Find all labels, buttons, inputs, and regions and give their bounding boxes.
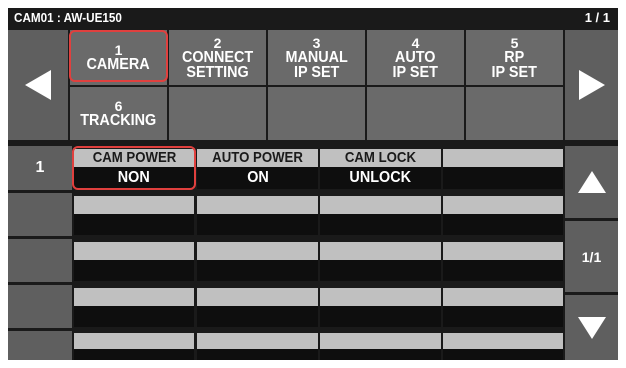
empty-label: [197, 196, 318, 214]
main-panel: CAM01 : AW-UE150 1 / 1 1 CAMERA 2 CONNEC…: [8, 8, 618, 360]
tab-label: CAMERA: [86, 56, 151, 73]
empty-value: [320, 349, 441, 360]
empty-value: [74, 349, 194, 360]
empty-label: [320, 196, 441, 214]
empty-value: [197, 306, 318, 327]
empty-label: [74, 333, 194, 349]
tab-number: 4: [411, 34, 420, 51]
tab-number: 1: [114, 42, 123, 58]
empty-value: [443, 260, 563, 281]
empty-label: [197, 333, 318, 349]
scroll-page-label: 1/1: [581, 248, 602, 265]
empty-label: [320, 288, 441, 306]
empty-value: [443, 214, 563, 235]
page-indicator-button: 1/1: [565, 221, 618, 292]
empty-value: [320, 306, 441, 327]
tab-number: 2: [213, 34, 222, 51]
tab-auto-ip-set[interactable]: 4 AUTO IP SET: [367, 30, 464, 85]
empty-label: [443, 333, 563, 349]
tab-label: RP IP SET: [491, 48, 538, 81]
empty-value: [443, 167, 563, 189]
tab-number: 6: [114, 98, 123, 114]
tab-tracking[interactable]: 6 TRACKING: [70, 87, 167, 140]
empty-value: [443, 306, 563, 327]
empty-value: [74, 214, 194, 235]
camera-control-screen: CAM01 : AW-UE150 1 / 1 1 CAMERA 2 CONNEC…: [0, 0, 626, 368]
scroll-down-button[interactable]: [565, 295, 618, 360]
scroll-up-button[interactable]: [565, 146, 618, 218]
empty-label: [320, 242, 441, 260]
row-number: [8, 285, 72, 328]
empty-value: [197, 260, 318, 281]
empty-label: [443, 149, 563, 167]
empty-value: [443, 349, 563, 360]
tab-empty: [367, 87, 464, 140]
tab-label: TRACKING: [80, 112, 157, 129]
empty-label: [443, 196, 563, 214]
tab-label: CONNECT SETTING: [181, 48, 254, 81]
row-number: [8, 193, 72, 236]
triangle-left-icon: [25, 70, 51, 100]
tab-label: AUTO IP SET: [392, 48, 439, 81]
row-number: 1: [8, 146, 72, 190]
cam-power-label: CAM POWER: [74, 149, 194, 167]
tab-manual-ip-set[interactable]: 3 MANUAL IP SET: [268, 30, 365, 85]
camera-title: CAM01 : AW-UE150: [14, 10, 122, 25]
empty-value: [320, 214, 441, 235]
tab-camera[interactable]: 1 CAMERA: [70, 30, 167, 85]
empty-label: [74, 242, 194, 260]
tab-label: MANUAL IP SET: [285, 48, 348, 81]
tab-empty: [466, 87, 563, 140]
empty-label: [320, 333, 441, 349]
prev-page-button[interactable]: [8, 30, 68, 140]
cam-power-value[interactable]: NON: [74, 167, 194, 189]
auto-power-label: AUTO POWER: [197, 149, 318, 167]
triangle-down-icon: [577, 316, 606, 339]
empty-value: [74, 306, 194, 327]
next-page-button[interactable]: [565, 30, 618, 140]
empty-label: [197, 242, 318, 260]
page-indicator: 1 / 1: [584, 10, 610, 25]
header-bar: CAM01 : AW-UE150 1 / 1: [8, 8, 618, 28]
triangle-right-icon: [578, 70, 605, 100]
empty-value: [74, 260, 194, 281]
empty-label: [443, 288, 563, 306]
triangle-up-icon: [577, 171, 606, 193]
empty-value: [197, 349, 318, 360]
row-number: [8, 239, 72, 282]
row-number: [8, 331, 72, 360]
auto-power-value[interactable]: ON: [197, 167, 318, 189]
empty-value: [197, 214, 318, 235]
tab-connect-setting[interactable]: 2 CONNECT SETTING: [169, 30, 266, 85]
tab-number: 5: [510, 34, 519, 51]
empty-value: [320, 260, 441, 281]
tab-rp-ip-set[interactable]: 5 RP IP SET: [466, 30, 563, 85]
tab-number: 3: [312, 34, 321, 51]
tab-empty: [169, 87, 266, 140]
empty-label: [443, 242, 563, 260]
empty-label: [197, 288, 318, 306]
empty-label: [74, 288, 194, 306]
tab-empty: [268, 87, 365, 140]
empty-label: [74, 196, 194, 214]
cam-lock-value[interactable]: UNLOCK: [320, 167, 441, 189]
cam-lock-label: CAM LOCK: [320, 149, 441, 167]
